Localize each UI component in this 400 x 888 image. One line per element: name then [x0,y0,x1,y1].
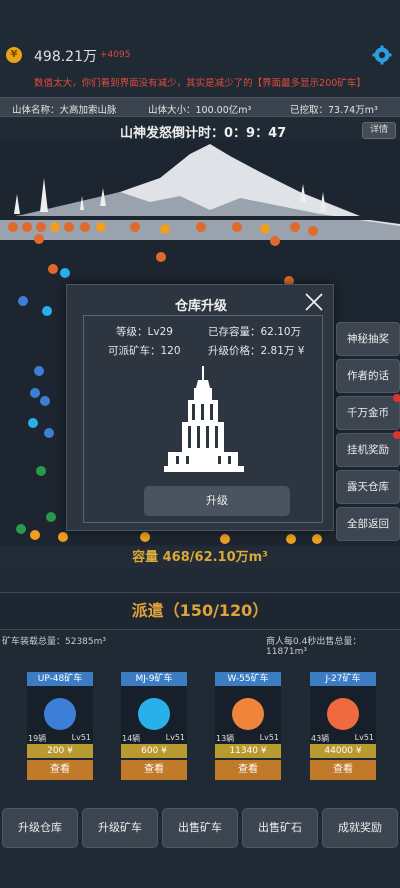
top-bar: ¥ 498.21万 +4095 [0,38,400,72]
smiley-face-icon [44,698,76,730]
stored-capacity: 已存容量：62.10万 [208,326,302,338]
minecart-meta: 19辆 Lv51 [27,732,93,744]
smiley-face-icon [232,698,264,730]
return-all-button[interactable]: 全部返回 [336,507,400,541]
smiley-face-icon [138,698,170,730]
minecart-meta: 43辆 Lv51 [310,732,376,744]
notification-dot [393,431,400,439]
minecart-meta: 13辆 Lv51 [215,732,281,744]
load-total: 矿车装载总量：52385m³ [2,637,107,647]
smiley-face-icon [327,698,359,730]
warehouse-level: 等级：Lv29 [116,326,173,338]
minecart-card: W-55矿车 13辆 Lv51 11340 ¥ 查看 [215,672,281,784]
view-button[interactable]: 查看 [215,760,281,780]
bottom-toolbar: 升级仓库 升级矿车 出售矿车 出售矿石 成就奖励 [0,805,400,853]
idle-reward-label: 挂机奖励 [347,444,389,456]
upgrade-price: 升级价格：2.81万 ¥ [208,345,305,357]
sell-ore-button[interactable]: 出售矿石 [242,808,318,848]
ten-million-gold-button[interactable]: 千万金币 [336,394,400,430]
notice-text: 数值太大，你们看到界面没有减少，其实是减少了的【界面最多显示200矿车】 [34,78,366,89]
view-button[interactable]: 查看 [310,760,376,780]
mined-amount: 已挖取：73.74万m³ [290,105,378,116]
gear-icon[interactable] [372,45,392,65]
ten-million-gold-label: 千万金币 [347,407,389,419]
mountain-info-bar: 山体名称：大高加索山脉 山体大小：100.00亿m³ 已挖取：73.74万m³ [0,97,400,117]
upgrade-button[interactable]: 升级 [144,486,290,516]
warehouse-upgrade-dialog: 仓库升级 等级：Lv29 已存容量：62.10万 可派矿车：120 升级价格：2… [66,284,334,531]
countdown-timer: 山神发怒倒计时：0：9：47 [120,126,287,141]
upgrade-minecart-button[interactable]: 升级矿车 [82,808,158,848]
coin-icon: ¥ [6,47,22,63]
minecart-price: 200 ¥ [27,744,93,758]
author-words-button[interactable]: 作者的话 [336,359,400,393]
mountain-name: 山体名称：大高加索山脉 [12,105,117,116]
close-icon[interactable] [303,291,325,313]
achievement-reward-button[interactable]: 成就奖励 [322,808,398,848]
idle-reward-button[interactable]: 挂机奖励 [336,431,400,467]
sell-total: 商人每0.4秒出售总量：11871m³ [266,637,362,657]
sell-minecart-button[interactable]: 出售矿车 [162,808,238,848]
dispatch-header: 派遣（150/120） [0,592,400,630]
view-button[interactable]: 查看 [121,760,187,780]
gold-delta: +4095 [100,50,131,60]
minecart-price: 11340 ¥ [215,744,281,758]
mystery-lottery-button[interactable]: 神秘抽奖 [336,322,400,356]
dialog-title: 仓库升级 [174,299,227,314]
detail-button[interactable]: 详情 [362,122,396,139]
dispatchable-count: 可派矿车：120 [108,345,181,357]
minecart-price: 44000 ¥ [310,744,376,758]
minecart-card: J-27矿车 43辆 Lv51 44000 ¥ 查看 [310,672,376,784]
notification-dot [393,394,400,402]
building-icon [164,366,244,472]
upgrade-warehouse-button[interactable]: 升级仓库 [2,808,78,848]
minecart-card: UP-48矿车 19辆 Lv51 200 ¥ 查看 [27,672,93,784]
minecart-price: 600 ¥ [121,744,187,758]
minecart-name: UP-48矿车 [27,672,93,686]
minecart-name: J-27矿车 [310,672,376,686]
minecart-name: MJ-9矿车 [121,672,187,686]
view-button[interactable]: 查看 [27,760,93,780]
dialog-content: 等级：Lv29 已存容量：62.10万 可派矿车：120 升级价格：2.81万 … [83,315,323,523]
gold-amount: 498.21万 [34,49,97,65]
minecart-name: W-55矿车 [215,672,281,686]
minecart-meta: 14辆 Lv51 [121,732,187,744]
minecart-card: MJ-9矿车 14辆 Lv51 600 ¥ 查看 [121,672,187,784]
capacity-label: 容量 468/62.10万m³ [0,547,400,569]
mountain-size: 山体大小：100.00亿m³ [148,105,252,116]
open-air-warehouse-button[interactable]: 露天仓库 [336,470,400,504]
